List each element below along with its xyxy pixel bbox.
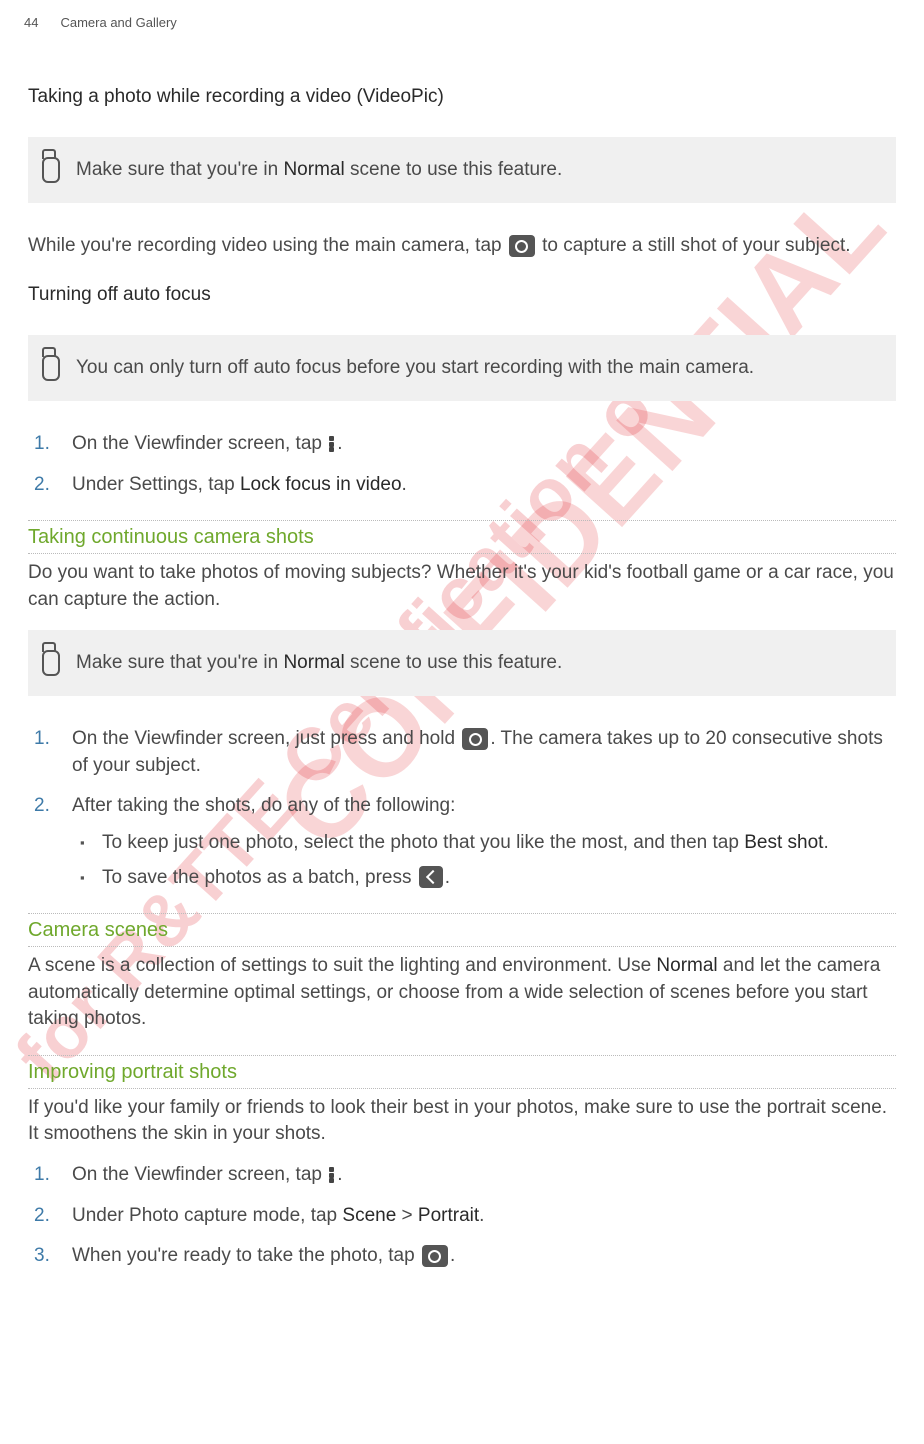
menu-dots-icon <box>329 435 335 453</box>
text: . <box>337 1164 342 1185</box>
text: Under Photo capture mode, tap <box>72 1205 342 1226</box>
para-portrait-intro: If you'd like your family or friends to … <box>28 1095 896 1148</box>
heading-continuous: Taking continuous camera shots <box>28 520 896 554</box>
requirement-icon <box>42 157 60 183</box>
text: . <box>479 1205 484 1226</box>
steps-autofocus: On the Viewfinder screen, tap . Under Se… <box>28 431 896 498</box>
heading-videopic: Taking a photo while recording a video (… <box>28 84 896 111</box>
step: When you're ready to take the photo, tap… <box>72 1243 896 1270</box>
text: Make sure that you're in <box>76 159 283 180</box>
text-bold: Best shot <box>744 832 823 853</box>
step: On the Viewfinder screen, just press and… <box>72 726 896 779</box>
text-bold: Lock focus in video <box>240 474 402 495</box>
requirement-icon <box>42 355 60 381</box>
note-text: Make sure that you're in Normal scene to… <box>76 650 880 677</box>
steps-portrait: On the Viewfinder screen, tap . Under Ph… <box>28 1162 896 1270</box>
step: Under Settings, tap Lock focus in video. <box>72 472 896 499</box>
step: After taking the shots, do any of the fo… <box>72 793 896 891</box>
note-continuous: Make sure that you're in Normal scene to… <box>28 630 896 697</box>
camera-shutter-icon <box>509 235 535 257</box>
text: to capture a still shot of your subject. <box>537 235 851 256</box>
text: . <box>445 867 450 888</box>
para-scenes: A scene is a collection of settings to s… <box>28 953 896 1033</box>
note-text: Make sure that you're in Normal scene to… <box>76 157 880 184</box>
text: Make sure that you're in <box>76 652 283 673</box>
text: A scene is a collection of settings to s… <box>28 955 656 976</box>
heading-autofocus: Turning off auto focus <box>28 282 896 309</box>
text: . <box>450 1245 455 1266</box>
text: When you're ready to take the photo, tap <box>72 1245 420 1266</box>
heading-portrait: Improving portrait shots <box>28 1055 896 1089</box>
text: . <box>402 474 407 495</box>
note-text: You can only turn off auto focus before … <box>76 355 880 382</box>
text-bold: Normal <box>283 159 344 180</box>
note-videopic: Make sure that you're in Normal scene to… <box>28 137 896 204</box>
para-continuous-intro: Do you want to take photos of moving sub… <box>28 560 896 613</box>
step: Under Photo capture mode, tap Scene > Po… <box>72 1203 896 1230</box>
step: On the Viewfinder screen, tap . <box>72 1162 896 1189</box>
page-header: 44 Camera and Gallery <box>0 0 924 32</box>
text-bold: Portrait <box>418 1205 479 1226</box>
bullet: To save the photos as a batch, press . <box>102 865 896 892</box>
back-icon <box>419 866 443 888</box>
step: On the Viewfinder screen, tap . <box>72 431 896 458</box>
text: . <box>823 832 828 853</box>
note-autofocus: You can only turn off auto focus before … <box>28 335 896 402</box>
para-videopic: While you're recording video using the m… <box>28 233 896 260</box>
page-number: 44 <box>24 14 38 32</box>
text: Under Settings, tap <box>72 474 240 495</box>
heading-scenes: Camera scenes <box>28 913 896 947</box>
text: scene to use this feature. <box>345 159 563 180</box>
page-header-title: Camera and Gallery <box>60 14 176 32</box>
text: After taking the shots, do any of the fo… <box>72 795 455 816</box>
text: On the Viewfinder screen, just press and… <box>72 728 460 749</box>
text: > <box>396 1205 418 1226</box>
text: scene to use this feature. <box>345 652 563 673</box>
text: While you're recording video using the m… <box>28 235 507 256</box>
text: To keep just one photo, select the photo… <box>102 832 744 853</box>
text: On the Viewfinder screen, tap <box>72 433 327 454</box>
text: To save the photos as a batch, press <box>102 867 417 888</box>
sub-bullets: To keep just one photo, select the photo… <box>72 830 896 891</box>
text-bold: Normal <box>656 955 717 976</box>
bullet: To keep just one photo, select the photo… <box>102 830 896 857</box>
text: On the Viewfinder screen, tap <box>72 1164 327 1185</box>
text: . <box>337 433 342 454</box>
requirement-icon <box>42 650 60 676</box>
text-bold: Scene <box>342 1205 396 1226</box>
camera-shutter-icon <box>422 1245 448 1267</box>
menu-dots-icon <box>329 1166 335 1184</box>
text-bold: Normal <box>283 652 344 673</box>
camera-shutter-icon <box>462 728 488 750</box>
steps-continuous: On the Viewfinder screen, just press and… <box>28 726 896 891</box>
